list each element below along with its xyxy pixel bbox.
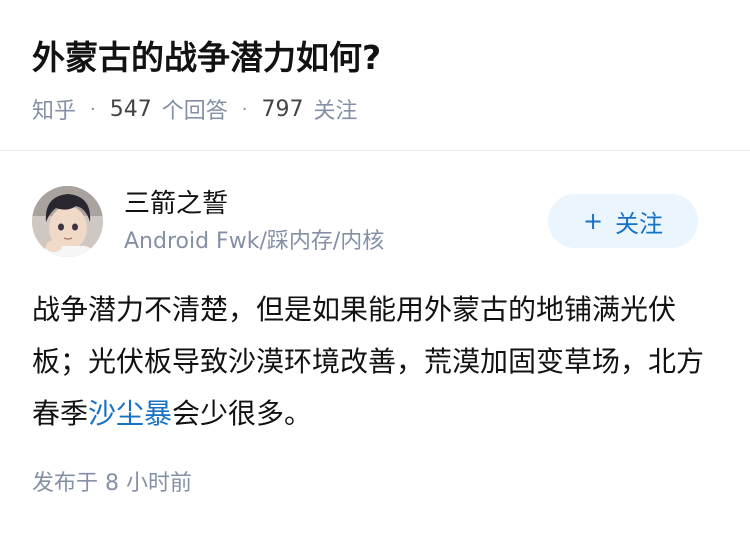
divider bbox=[0, 150, 750, 151]
separator-dot: · bbox=[241, 98, 248, 120]
question-meta: 知乎 · 547 个回答 · 797 关注 bbox=[32, 92, 358, 126]
answer-text-end: 会少很多。 bbox=[172, 397, 313, 430]
publish-time: 发布于 8 小时前 bbox=[32, 468, 192, 500]
author-bio: Android Fwk/踩内存/内核 bbox=[124, 229, 385, 254]
author-name[interactable]: 三箭之誓 bbox=[124, 186, 228, 222]
followers-count: 797 bbox=[261, 96, 304, 122]
question-title[interactable]: 外蒙古的战争潜力如何? bbox=[32, 30, 381, 86]
answer-content: 战争潜力不清楚，但是如果能用外蒙古的地铺满光伏板；光伏板导致沙漠环境改善，荒漠加… bbox=[32, 284, 712, 440]
search-link[interactable]: 沙尘暴 bbox=[88, 397, 172, 430]
publish-prefix: 发布于 bbox=[32, 471, 99, 496]
answers-label[interactable]: 个回答 bbox=[162, 93, 228, 125]
source-label[interactable]: 知乎 bbox=[32, 93, 76, 125]
publish-time-value: 8 小时前 bbox=[105, 471, 193, 496]
plus-icon: + bbox=[582, 207, 604, 235]
separator-dot: · bbox=[90, 98, 96, 120]
avatar[interactable] bbox=[32, 186, 103, 257]
avatar-image bbox=[32, 186, 103, 257]
follow-label: 关注 bbox=[615, 209, 664, 238]
answers-count: 547 bbox=[109, 96, 152, 122]
follow-button[interactable]: + 关注 bbox=[548, 194, 698, 248]
followers-label: 关注 bbox=[313, 99, 358, 124]
